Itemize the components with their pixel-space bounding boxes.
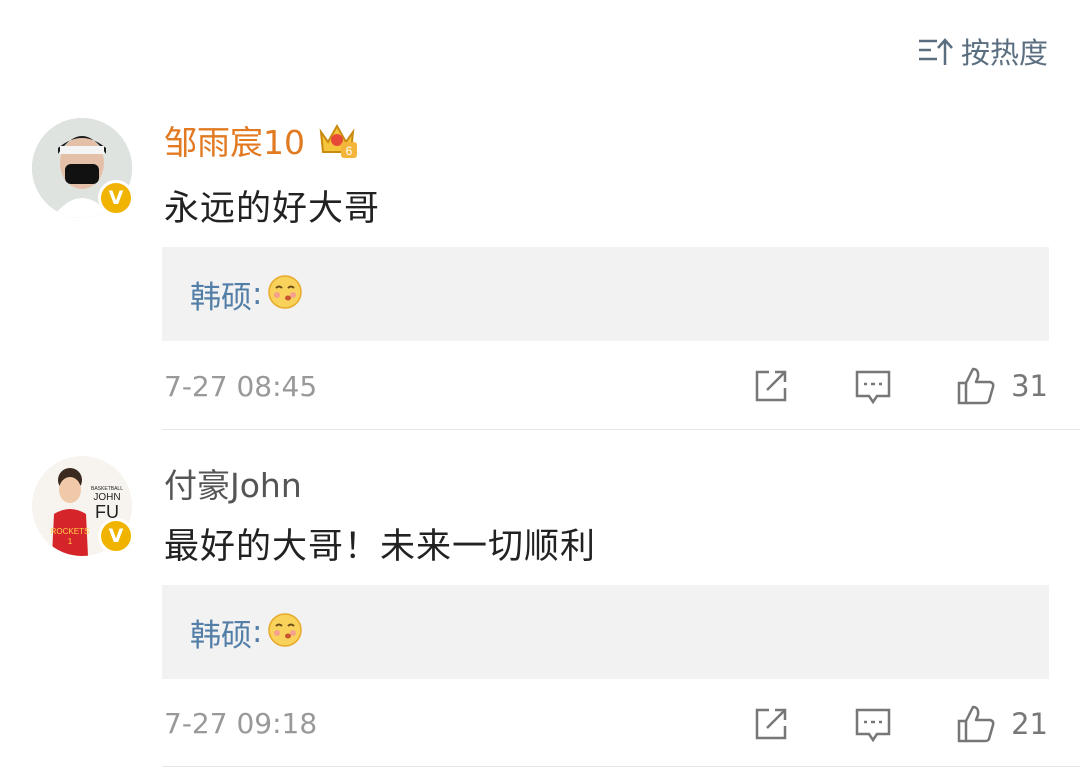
kiss-emoji-icon [268, 613, 303, 651]
thumbs-up-icon [957, 367, 995, 405]
share-button[interactable] [751, 704, 791, 744]
comment-text: 最好的大哥！未来一切顺利 [164, 527, 597, 567]
thumbs-up-icon [957, 705, 995, 743]
reply-preview[interactable]: 韩硕 : [162, 585, 1049, 679]
reply-colon: : [252, 614, 263, 650]
svg-text:6: 6 [346, 144, 353, 158]
svg-text:ROCKETS: ROCKETS [51, 527, 90, 536]
like-button[interactable]: 21 [955, 703, 1048, 745]
svg-text:1: 1 [68, 537, 73, 546]
verified-badge-icon: V [98, 180, 134, 216]
username[interactable]: 邹雨宸10 [164, 116, 305, 164]
reply-author[interactable]: 韩硕 [190, 610, 252, 655]
comment-icon [855, 370, 891, 405]
like-button[interactable]: 31 [955, 365, 1048, 407]
share-button[interactable] [751, 366, 791, 406]
reply-colon: : [252, 276, 263, 312]
reply-author[interactable]: 韩硕 [190, 272, 252, 317]
divider [162, 429, 1080, 430]
comment-time: 7-27 08:45 [164, 370, 318, 403]
comment-time: 7-27 09:18 [164, 707, 318, 740]
avatar[interactable]: ROCKETS 1 BASKETBALL JOHN FU V [32, 456, 134, 556]
username[interactable]: 付豪John [164, 459, 302, 507]
vip-crown-icon: 6 [315, 116, 359, 164]
comment-text: 永远的好大哥 [164, 189, 381, 229]
avatar[interactable]: V [32, 118, 134, 218]
sort-label: 按热度 [960, 36, 1048, 70]
comment-button[interactable] [853, 704, 893, 744]
like-count: 31 [1011, 369, 1048, 403]
verified-badge-icon: V [98, 518, 134, 554]
like-count: 21 [1011, 707, 1048, 741]
comment-icon [855, 708, 891, 743]
divider [162, 766, 1080, 767]
comment-button[interactable] [853, 366, 893, 406]
reply-preview[interactable]: 韩硕 : [162, 247, 1049, 341]
kiss-emoji-icon [268, 275, 303, 313]
sort-by-hot-button[interactable]: 按热度 [917, 30, 1048, 72]
sort-hot-icon [917, 35, 953, 67]
share-icon [755, 708, 787, 740]
share-icon [755, 370, 787, 402]
